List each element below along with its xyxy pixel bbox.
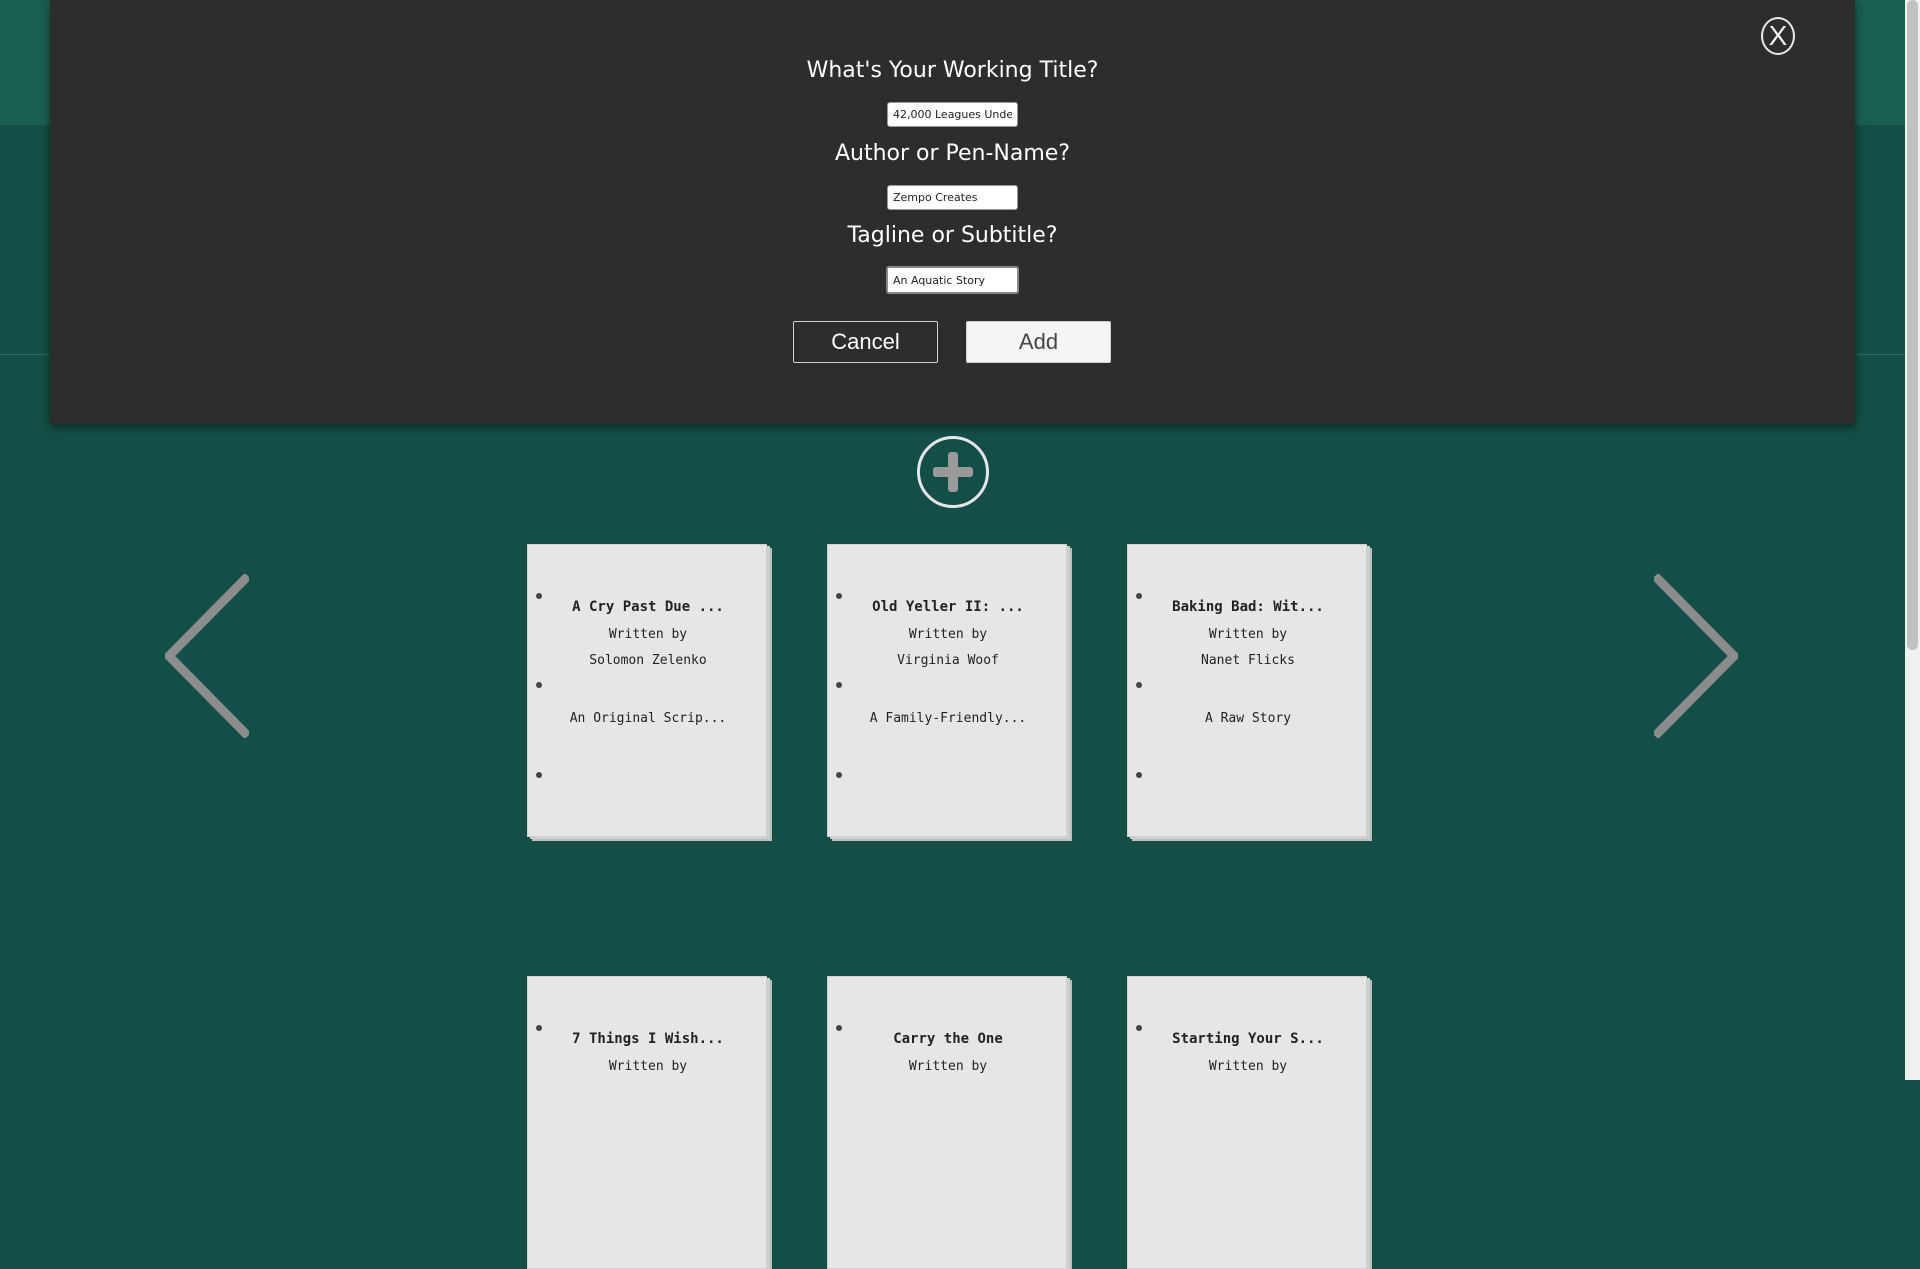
author-input[interactable]: [887, 185, 1018, 210]
vertical-scrollbar[interactable]: [1905, 0, 1920, 1080]
scrollbar-thumb[interactable]: [1907, 0, 1918, 650]
plus-circle-icon[interactable]: [917, 436, 989, 508]
book-tagline: An Original Scrip...: [569, 711, 727, 726]
written-by-label: Written by: [608, 1059, 688, 1074]
book-title: Carry the One: [893, 1031, 1003, 1047]
bullet-icon: [836, 682, 842, 688]
book-author: Virginia Woof: [897, 653, 999, 668]
book-author: Solomon Zelenko: [589, 653, 707, 668]
tagline-input[interactable]: [886, 266, 1019, 294]
chevron-right-icon[interactable]: [1654, 574, 1738, 738]
cancel-button[interactable]: Cancel: [793, 321, 938, 363]
book-card[interactable]: Starting Your S... Written by: [1127, 976, 1367, 1269]
written-by-label: Written by: [1208, 627, 1288, 642]
title-question-label: What's Your Working Title?: [806, 58, 1099, 83]
book-title: A Cry Past Due ...: [572, 599, 724, 615]
author-question-label: Author or Pen-Name?: [834, 141, 1071, 166]
book-card[interactable]: Old Yeller II: ... Written by Virginia W…: [827, 544, 1067, 837]
bullet-icon: [1136, 682, 1142, 688]
book-card[interactable]: A Cry Past Due ... Written by Solomon Ze…: [527, 544, 767, 837]
written-by-label: Written by: [908, 627, 988, 642]
book-title: Starting Your S...: [1172, 1031, 1324, 1047]
book-tagline: A Family-Friendly...: [869, 711, 1027, 726]
close-button[interactable]: X: [1761, 17, 1795, 55]
book-tagline: A Raw Story: [1204, 711, 1292, 726]
book-card[interactable]: Baking Bad: Wit... Written by Nanet Flic…: [1127, 544, 1367, 837]
book-title: 7 Things I Wish...: [572, 1031, 724, 1047]
written-by-label: Written by: [908, 1059, 988, 1074]
book-title: Old Yeller II: ...: [872, 599, 1024, 615]
bullet-icon: [836, 772, 842, 778]
new-project-modal: X What's Your Working Title? Author or P…: [50, 0, 1855, 424]
title-input[interactable]: [887, 102, 1018, 127]
written-by-label: Written by: [608, 627, 688, 642]
book-card[interactable]: Carry the One Written by: [827, 976, 1067, 1269]
book-author: Nanet Flicks: [1201, 653, 1295, 668]
written-by-label: Written by: [1208, 1059, 1288, 1074]
add-button[interactable]: Add: [966, 321, 1111, 363]
bullet-icon: [1136, 772, 1142, 778]
tagline-question-label: Tagline or Subtitle?: [847, 223, 1058, 248]
chevron-left-icon[interactable]: [165, 574, 249, 738]
book-title: Baking Bad: Wit...: [1172, 599, 1324, 615]
plus-vertical-bar: [948, 452, 958, 492]
bullet-icon: [536, 682, 542, 688]
book-card[interactable]: 7 Things I Wish... Written by: [527, 976, 767, 1269]
bullet-icon: [536, 772, 542, 778]
